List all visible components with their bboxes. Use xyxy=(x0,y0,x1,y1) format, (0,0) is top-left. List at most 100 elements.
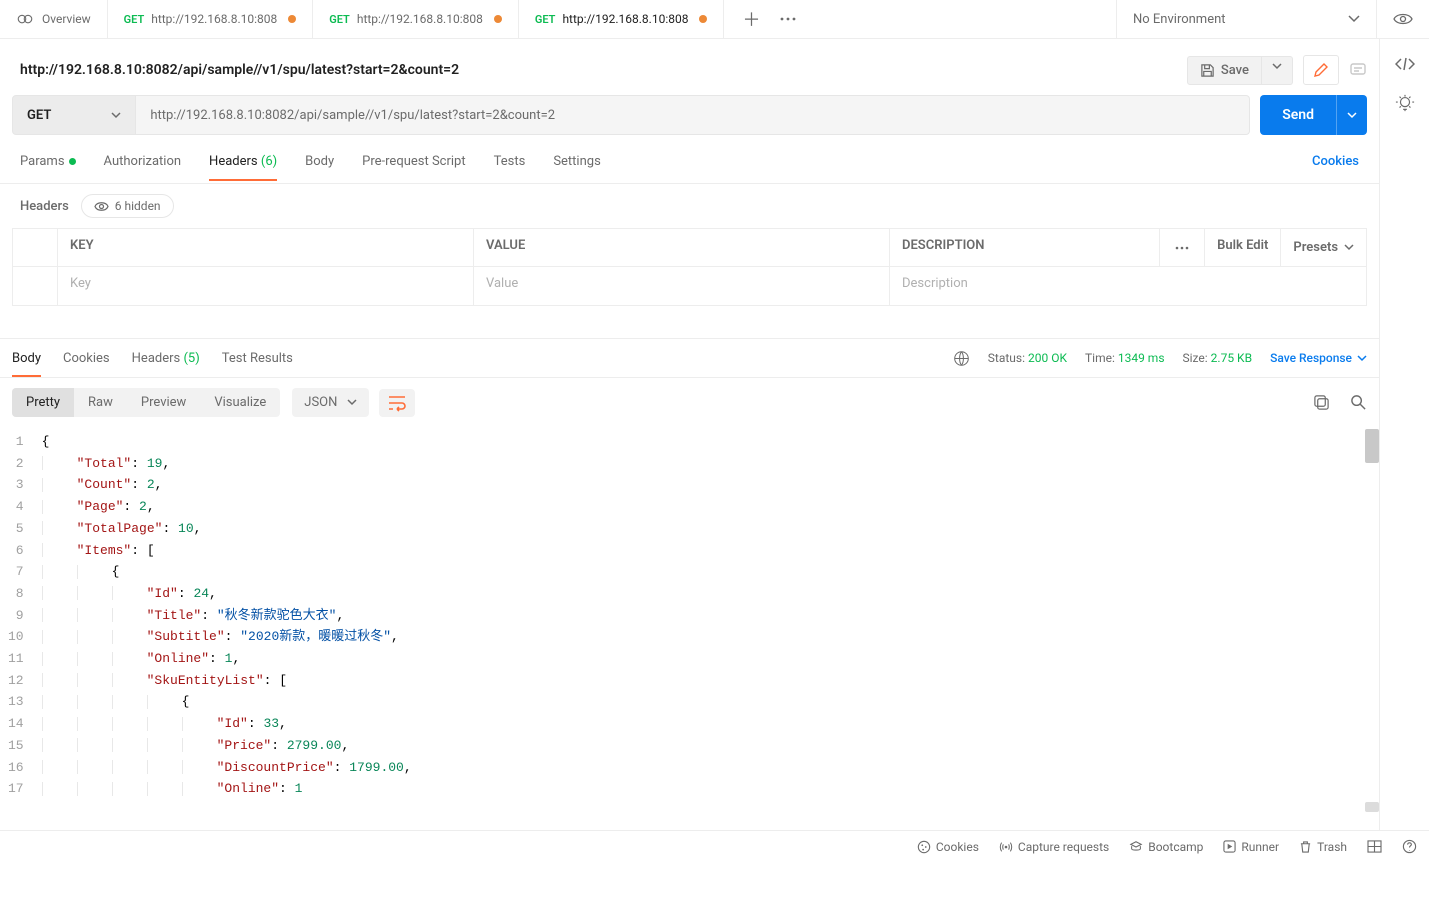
status-meta: Status: 200 OK xyxy=(988,351,1067,365)
tab-tests[interactable]: Tests xyxy=(494,143,526,180)
format-select[interactable]: JSON xyxy=(292,388,369,417)
view-preview[interactable]: Preview xyxy=(127,388,200,417)
response-body[interactable]: 1234567891011121314151617 {"Total": 19,"… xyxy=(0,427,1379,830)
copy-icon[interactable] xyxy=(1313,394,1330,411)
code-icon[interactable] xyxy=(1395,57,1415,71)
desc-input[interactable]: Description xyxy=(890,267,1366,305)
key-input[interactable]: Key xyxy=(58,267,474,305)
bulk-edit[interactable]: Bulk Edit xyxy=(1205,229,1281,266)
time-meta: Time: 1349 ms xyxy=(1085,351,1165,365)
play-icon xyxy=(1223,840,1236,853)
scrollbar-thumb[interactable] xyxy=(1365,429,1379,463)
resp-tab-tests[interactable]: Test Results xyxy=(222,341,293,376)
pencil-icon xyxy=(1313,62,1329,78)
environment-quicklook[interactable] xyxy=(1376,0,1429,38)
antenna-icon xyxy=(999,840,1013,854)
footer-runner[interactable]: Runner xyxy=(1223,840,1279,854)
headers-count: (6) xyxy=(261,154,277,169)
wrap-icon xyxy=(387,394,407,412)
trash-icon xyxy=(1299,840,1312,854)
send-dropdown[interactable] xyxy=(1336,95,1367,135)
col-value: VALUE xyxy=(474,229,890,266)
resp-tab-cookies[interactable]: Cookies xyxy=(63,341,110,376)
tab-request-0[interactable]: GET http://192.168.8.10:808 xyxy=(108,0,314,38)
save-button[interactable]: Save xyxy=(1187,56,1262,85)
unsaved-dot-icon xyxy=(494,15,502,23)
params-active-dot-icon xyxy=(69,158,76,165)
value-input[interactable]: Value xyxy=(474,267,890,305)
tab-prerequest[interactable]: Pre-request Script xyxy=(362,143,465,180)
search-icon[interactable] xyxy=(1350,394,1367,411)
request-title: http://192.168.8.10:8082/api/sample//v1/… xyxy=(20,62,459,78)
method-badge: GET xyxy=(329,13,350,26)
eye-icon xyxy=(1393,12,1413,26)
view-visualize[interactable]: Visualize xyxy=(200,388,280,417)
footer-capture[interactable]: Capture requests xyxy=(999,840,1109,854)
footer-trash[interactable]: Trash xyxy=(1299,840,1347,854)
resp-tab-body[interactable]: Body xyxy=(12,341,41,376)
toggle-hidden-headers[interactable]: 6 hidden xyxy=(81,194,174,218)
lightbulb-icon[interactable] xyxy=(1395,93,1415,113)
wrap-toggle[interactable] xyxy=(379,389,415,417)
tab-headers[interactable]: Headers (6) xyxy=(209,143,277,180)
more-tabs-icon[interactable] xyxy=(780,17,796,21)
save-response[interactable]: Save Response xyxy=(1270,351,1367,365)
method-value: GET xyxy=(27,108,51,123)
cookie-icon xyxy=(917,840,931,854)
view-pretty[interactable]: Pretty xyxy=(12,388,74,417)
edit-button[interactable] xyxy=(1303,55,1339,85)
cookies-link[interactable]: Cookies xyxy=(1312,154,1359,169)
environment-select[interactable]: No Environment xyxy=(1116,0,1376,38)
url-value: http://192.168.8.10:8082/api/sample//v1/… xyxy=(150,108,555,123)
chevron-down-icon xyxy=(1357,355,1367,362)
comments-button[interactable] xyxy=(1349,61,1367,79)
status-bar: Cookies Capture requests Bootcamp Runner… xyxy=(0,830,1429,862)
tab-bar: Overview GET http://192.168.8.10:808 GET… xyxy=(0,0,1429,39)
chevron-down-icon xyxy=(1272,63,1282,70)
new-tab-button[interactable]: ＋ xyxy=(742,6,760,32)
overview-icon xyxy=(16,10,34,28)
environment-label: No Environment xyxy=(1133,12,1332,27)
save-dropdown[interactable] xyxy=(1262,56,1293,85)
tab-settings[interactable]: Settings xyxy=(553,143,600,180)
save-label: Save xyxy=(1221,63,1249,78)
footer-layout[interactable] xyxy=(1367,840,1382,853)
resp-tab-headers[interactable]: Headers (5) xyxy=(132,341,200,376)
chevron-down-icon xyxy=(1347,112,1357,119)
tab-request-1[interactable]: GET http://192.168.8.10:808 xyxy=(313,0,519,38)
send-button[interactable]: Send xyxy=(1260,95,1336,135)
method-select[interactable]: GET xyxy=(12,95,136,135)
size-meta: Size: 2.75 KB xyxy=(1183,351,1253,365)
method-badge: GET xyxy=(535,13,556,26)
chevron-down-icon xyxy=(111,112,121,119)
tab-authorization[interactable]: Authorization xyxy=(104,143,182,180)
method-badge: GET xyxy=(124,13,145,26)
save-icon xyxy=(1200,63,1215,78)
footer-help[interactable] xyxy=(1402,839,1417,854)
col-key: KEY xyxy=(58,229,474,266)
tab-params[interactable]: Params xyxy=(20,143,76,180)
scrollbar-thumb[interactable] xyxy=(1365,802,1379,812)
presets-dropdown[interactable]: Presets xyxy=(1281,229,1366,266)
footer-cookies[interactable]: Cookies xyxy=(917,840,979,854)
more-columns[interactable] xyxy=(1160,229,1205,266)
headers-table: KEY VALUE DESCRIPTION Bulk Edit Presets … xyxy=(12,228,1367,306)
tab-request-2[interactable]: GET http://192.168.8.10:808 xyxy=(519,0,725,38)
layout-icon xyxy=(1367,840,1382,853)
help-icon xyxy=(1402,839,1417,854)
tab-overview[interactable]: Overview xyxy=(0,0,108,38)
tab-label: http://192.168.8.10:808 xyxy=(357,12,483,26)
tab-overview-label: Overview xyxy=(42,12,91,26)
headers-label: Headers xyxy=(20,199,69,214)
right-sidebar xyxy=(1379,39,1429,830)
view-raw[interactable]: Raw xyxy=(74,388,127,417)
chevron-down-icon xyxy=(1348,15,1360,23)
line-gutter: 1234567891011121314151617 xyxy=(8,431,42,830)
globe-icon[interactable] xyxy=(953,350,970,367)
tab-body[interactable]: Body xyxy=(305,143,334,180)
chevron-down-icon xyxy=(347,399,357,406)
url-input[interactable]: http://192.168.8.10:8082/api/sample//v1/… xyxy=(136,95,1250,135)
tab-label: http://192.168.8.10:808 xyxy=(562,12,688,26)
unsaved-dot-icon xyxy=(699,15,707,23)
footer-bootcamp[interactable]: Bootcamp xyxy=(1129,840,1203,854)
